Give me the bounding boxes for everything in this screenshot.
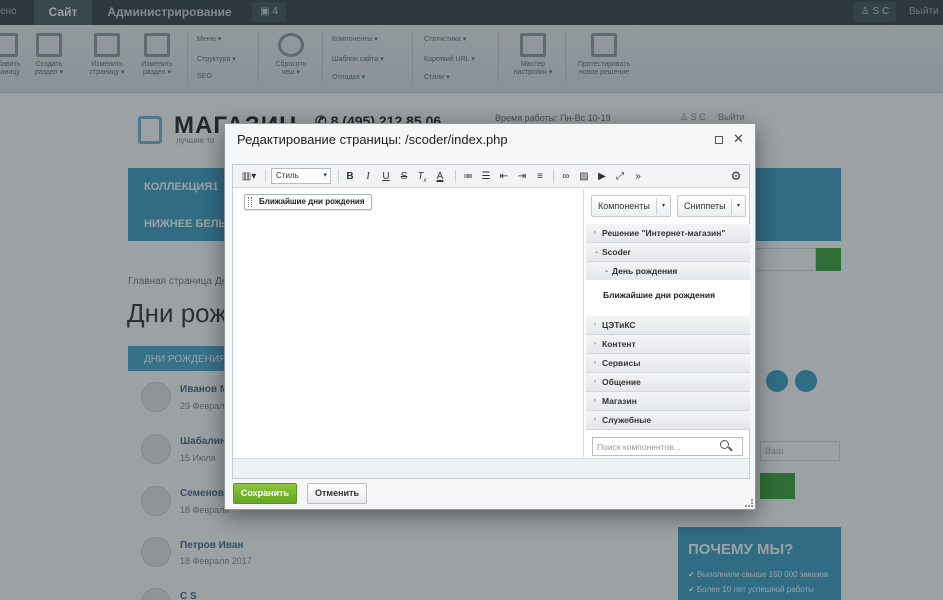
chevron-right-icon: › bbox=[594, 322, 596, 328]
resize-handle-icon[interactable] bbox=[745, 499, 753, 507]
tree-item-label: День рождения bbox=[612, 266, 678, 276]
tree-leaf-component[interactable]: Ближайшие дни рождения bbox=[586, 280, 750, 316]
snippets-tab-button[interactable]: Сниппеты ▾ bbox=[677, 195, 746, 217]
more-icon[interactable]: » bbox=[631, 169, 645, 184]
chevron-down-icon: ⌄ bbox=[604, 268, 610, 274]
remove-format-icon[interactable]: Tx bbox=[415, 169, 429, 184]
ordered-list-icon[interactable]: ≔ bbox=[461, 169, 475, 184]
component-chip[interactable]: Ближайшие дни рождения bbox=[244, 194, 372, 210]
strikethrough-icon[interactable]: S bbox=[397, 169, 411, 184]
image-icon[interactable]: ▨ bbox=[577, 169, 591, 184]
maximize-icon[interactable] bbox=[715, 136, 723, 144]
font-color-icon[interactable]: A bbox=[433, 169, 447, 184]
link-icon[interactable]: ∞ bbox=[559, 169, 573, 184]
tree-item-label: ЦЭТиКС bbox=[602, 320, 636, 330]
tree-item-scoder[interactable]: ⌄ Scoder bbox=[586, 243, 750, 262]
chevron-down-icon: ▾ bbox=[323, 172, 327, 179]
chevron-right-icon: › bbox=[594, 398, 596, 404]
align-icon[interactable]: ≡ bbox=[533, 169, 547, 184]
editor-toolbar: ▥▾ Стиль ▾ B I U S Tx A ≔ ☰ ⇤ ⇥ ≡ ∞ ▨ ▶ ⤢… bbox=[233, 165, 749, 188]
chevron-right-icon: › bbox=[594, 341, 596, 347]
tree-item-service[interactable]: › Служебные bbox=[586, 411, 750, 430]
search-icon[interactable] bbox=[720, 440, 729, 449]
snippets-tab-label: Сниппеты bbox=[684, 201, 726, 211]
component-chip-label: Ближайшие дни рождения bbox=[259, 197, 365, 206]
tree-item-shop[interactable]: › Магазин bbox=[586, 392, 750, 411]
bold-icon[interactable]: B bbox=[343, 169, 357, 184]
underline-icon[interactable]: U bbox=[379, 169, 393, 184]
tree-item-eshop[interactable]: › Решение "Интернет-магазин" bbox=[586, 224, 750, 243]
toolbar-separator bbox=[338, 170, 339, 183]
tree-item-label: Контент bbox=[602, 339, 636, 349]
tree-item-content[interactable]: › Контент bbox=[586, 335, 750, 354]
chevron-right-icon: › bbox=[594, 417, 596, 423]
close-icon[interactable]: ✕ bbox=[733, 131, 744, 147]
tree-item-label: Scoder bbox=[602, 247, 631, 257]
tree-item-label: Магазин bbox=[602, 396, 637, 406]
unordered-list-icon[interactable]: ☰ bbox=[479, 169, 493, 184]
video-icon[interactable]: ▶ bbox=[595, 169, 609, 184]
save-button[interactable]: Сохранить bbox=[233, 483, 297, 504]
chevron-right-icon: › bbox=[594, 230, 596, 236]
tree-item-cetiks[interactable]: › ЦЭТиКС bbox=[586, 316, 750, 335]
tree-item-label: Общение bbox=[602, 377, 641, 387]
tree-item-label: Сервисы bbox=[602, 358, 641, 368]
chevron-down-icon: ⌄ bbox=[594, 249, 600, 255]
drag-handle-icon[interactable] bbox=[248, 197, 252, 207]
chevron-right-icon: › bbox=[594, 379, 596, 385]
components-panel: Компоненты ▾ Сниппеты ▾ › Решение "Интернет… bbox=[583, 189, 750, 458]
cancel-button[interactable]: Отменить bbox=[307, 483, 367, 504]
toolbar-separator bbox=[455, 170, 456, 183]
indent-icon[interactable]: ⇥ bbox=[515, 169, 529, 184]
components-tab-label: Компоненты bbox=[598, 201, 650, 211]
italic-icon[interactable]: I bbox=[361, 169, 375, 184]
fullscreen-icon[interactable]: ⤢ bbox=[613, 169, 627, 184]
tree-item-birthday[interactable]: ⌄ День рождения bbox=[586, 262, 750, 281]
tree-item-services[interactable]: › Сервисы bbox=[586, 354, 750, 373]
toolbar-separator bbox=[265, 170, 266, 183]
components-tab-button[interactable]: Компоненты ▾ bbox=[591, 195, 671, 217]
chevron-down-icon[interactable]: ▾ bbox=[731, 198, 745, 214]
tree-item-label: Служебные bbox=[602, 415, 652, 425]
style-select-label: Стиль bbox=[276, 171, 299, 180]
dialog-title: Редактирование страницы: /scoder/index.p… bbox=[237, 132, 508, 147]
chevron-down-icon[interactable]: ▾ bbox=[656, 198, 670, 214]
tree-item-communication[interactable]: › Общение bbox=[586, 373, 750, 392]
editor-content[interactable]: Ближайшие дни рождения bbox=[233, 189, 583, 458]
tree-item-label: Решение "Интернет-магазин" bbox=[602, 228, 726, 238]
style-select[interactable]: Стиль ▾ bbox=[271, 168, 331, 184]
toolbar-separator bbox=[553, 170, 554, 183]
editor-statusbar bbox=[233, 458, 749, 478]
view-mode-icon[interactable]: ▥▾ bbox=[239, 169, 259, 184]
chevron-right-icon: › bbox=[594, 360, 596, 366]
outdent-icon[interactable]: ⇤ bbox=[497, 169, 511, 184]
edit-page-dialog: Редактирование страницы: /scoder/index.p… bbox=[224, 123, 756, 510]
gear-icon[interactable]: ⚙ bbox=[729, 169, 743, 184]
html-editor: ▥▾ Стиль ▾ B I U S Tx A ≔ ☰ ⇤ ⇥ ≡ ∞ ▨ ▶ ⤢… bbox=[232, 164, 750, 479]
